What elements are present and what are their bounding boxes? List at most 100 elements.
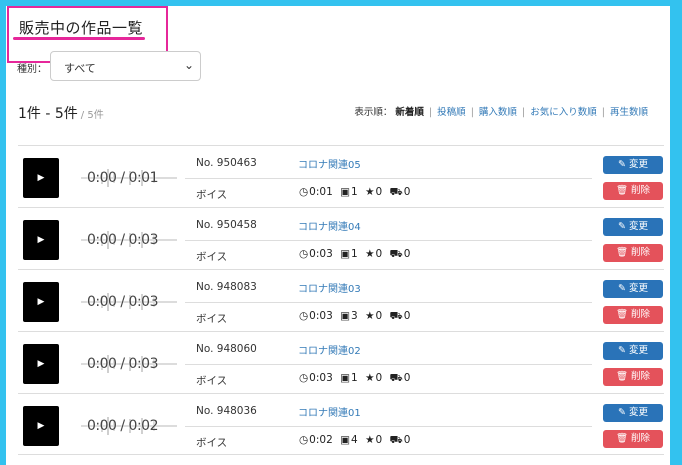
duration-value: 0:03 xyxy=(309,372,333,384)
purchases-value: 0 xyxy=(403,310,411,322)
duration-value: 0:01 xyxy=(309,186,333,198)
play-button[interactable]: ▶ xyxy=(23,158,59,198)
edit-button-label: 変更 xyxy=(628,159,648,170)
row-divider xyxy=(185,426,592,427)
work-type: ボイス xyxy=(196,251,228,263)
work-title-link[interactable]: コロナ関連01 xyxy=(298,404,361,419)
result-count: 1件 - 5件/ 5件 xyxy=(18,103,104,123)
play-icon: ▶ xyxy=(37,359,45,369)
work-number: No. 950463 xyxy=(196,157,257,169)
play-square-icon: ▣ xyxy=(340,310,351,322)
stars-value: 0 xyxy=(375,186,383,198)
work-type: ボイス xyxy=(196,313,228,325)
play-icon: ▶ xyxy=(37,235,45,245)
work-stats: ◷0:02 ▣4 ★0 ⛟0 xyxy=(299,434,414,448)
play-icon: ▶ xyxy=(37,297,45,307)
result-range: 1件 - 5件 xyxy=(18,106,78,122)
edit-button-label: 変更 xyxy=(628,407,648,418)
delete-button-label: 削除 xyxy=(631,309,651,320)
star-icon: ★ xyxy=(365,434,375,446)
delete-button[interactable]: 🗑 削除 xyxy=(603,182,663,200)
sort-option-favorites[interactable]: お気に入り数順 xyxy=(530,107,597,118)
stars-value: 0 xyxy=(375,372,383,384)
audio-time-readout: 0:00 / 0:03 xyxy=(87,294,159,310)
play-square-icon: ▣ xyxy=(340,434,351,446)
play-button[interactable]: ▶ xyxy=(23,406,59,446)
main-panel: 販売中の作品一覧 種別： すべて ⌄ 1件 - 5件/ 5件 表示順： 新着順 … xyxy=(6,6,670,465)
row-divider xyxy=(185,240,592,241)
play-button[interactable]: ▶ xyxy=(23,220,59,260)
audio-time-readout: 0:00 / 0:01 xyxy=(87,170,159,186)
sort-divider: | xyxy=(428,107,433,118)
work-title-link[interactable]: コロナ関連02 xyxy=(298,342,361,357)
trash-icon: 🗑 xyxy=(615,247,628,258)
trash-icon: 🗑 xyxy=(615,433,628,444)
filter-selected-value: すべて xyxy=(64,62,96,75)
stars-value: 0 xyxy=(375,434,383,446)
edit-icon: ✎ xyxy=(617,221,626,232)
edit-button[interactable]: ✎ 変更 xyxy=(603,156,663,174)
plays-value: 4 xyxy=(351,434,358,446)
play-button[interactable]: ▶ xyxy=(23,282,59,322)
stars-value: 0 xyxy=(375,310,383,322)
edit-button[interactable]: ✎ 変更 xyxy=(603,404,663,422)
delete-button-label: 削除 xyxy=(631,433,651,444)
delete-button[interactable]: 🗑 削除 xyxy=(603,306,663,324)
page-title: 販売中の作品一覧 xyxy=(19,19,144,37)
work-title-link[interactable]: コロナ関連05 xyxy=(298,156,361,171)
clock-icon: ◷ xyxy=(299,434,309,446)
play-button[interactable]: ▶ xyxy=(23,344,59,384)
edit-icon: ✎ xyxy=(617,345,626,356)
plays-value: 1 xyxy=(351,248,358,260)
sort-option-newest[interactable]: 新着順 xyxy=(395,107,424,118)
work-stats: ◷0:03 ▣1 ★0 ⛟0 xyxy=(299,248,414,262)
sort-option-purchases[interactable]: 購入数順 xyxy=(479,107,517,118)
star-icon: ★ xyxy=(365,186,375,198)
clock-icon: ◷ xyxy=(299,186,309,198)
work-list-item: ▶ 0:00 / 0:03 No. 950458 コロナ関連04 ボイス ◷0:… xyxy=(18,207,664,269)
cart-icon: ⛟ xyxy=(389,310,403,322)
delete-button[interactable]: 🗑 削除 xyxy=(603,244,663,262)
edit-button[interactable]: ✎ 変更 xyxy=(603,280,663,298)
star-icon: ★ xyxy=(365,310,375,322)
work-number: No. 948060 xyxy=(196,343,257,355)
sort-label: 表示順： xyxy=(354,107,393,118)
sort-divider: | xyxy=(521,107,526,118)
work-number: No. 948083 xyxy=(196,281,257,293)
sort-option-plays[interactable]: 再生数順 xyxy=(610,107,648,118)
work-title-link[interactable]: コロナ関連04 xyxy=(298,218,361,233)
duration-value: 0:02 xyxy=(309,434,333,446)
work-title-link[interactable]: コロナ関連03 xyxy=(298,280,361,295)
play-icon: ▶ xyxy=(37,421,45,431)
clock-icon: ◷ xyxy=(299,372,309,384)
type-filter-select[interactable]: すべて ⌄ xyxy=(50,51,201,81)
work-stats: ◷0:01 ▣1 ★0 ⛟0 xyxy=(299,186,414,200)
duration-value: 0:03 xyxy=(309,310,333,322)
purchases-value: 0 xyxy=(403,248,411,260)
trash-icon: 🗑 xyxy=(615,371,628,382)
edit-icon: ✎ xyxy=(617,407,626,418)
plays-value: 3 xyxy=(351,310,358,322)
title-underline xyxy=(13,37,145,40)
edit-button[interactable]: ✎ 変更 xyxy=(603,342,663,360)
play-square-icon: ▣ xyxy=(340,186,351,198)
delete-button[interactable]: 🗑 削除 xyxy=(603,430,663,448)
sort-option-posted[interactable]: 投稿順 xyxy=(437,107,466,118)
purchases-value: 0 xyxy=(403,186,411,198)
row-divider xyxy=(185,302,592,303)
edit-button-label: 変更 xyxy=(628,345,648,356)
delete-button[interactable]: 🗑 削除 xyxy=(603,368,663,386)
work-type: ボイス xyxy=(196,375,228,387)
plays-value: 1 xyxy=(351,372,358,384)
sort-divider: | xyxy=(601,107,605,118)
clock-icon: ◷ xyxy=(299,310,309,322)
cart-icon: ⛟ xyxy=(389,248,403,260)
edit-button[interactable]: ✎ 変更 xyxy=(603,218,663,236)
delete-button-label: 削除 xyxy=(631,371,651,382)
audio-time-readout: 0:00 / 0:03 xyxy=(87,232,159,248)
clock-icon: ◷ xyxy=(299,248,309,260)
play-square-icon: ▣ xyxy=(340,248,351,260)
cart-icon: ⛟ xyxy=(389,434,403,446)
delete-button-label: 削除 xyxy=(631,185,651,196)
edit-icon: ✎ xyxy=(617,159,626,170)
